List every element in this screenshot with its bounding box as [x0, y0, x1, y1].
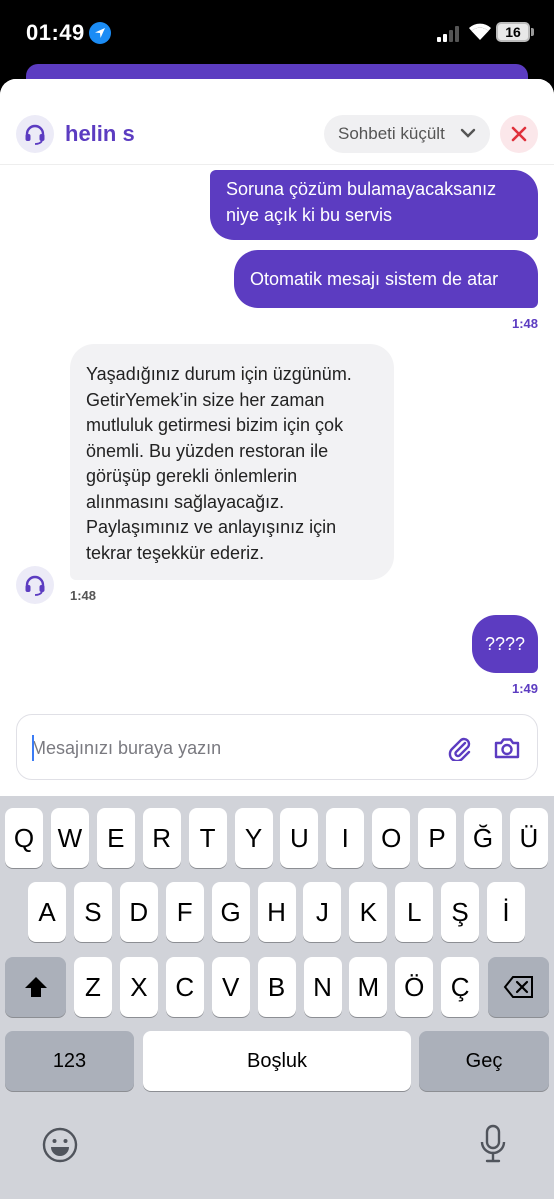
message-line: ????: [484, 634, 526, 654]
cellular-signal-icon: [437, 26, 463, 42]
chevron-down-icon: [460, 128, 476, 138]
key-u[interactable]: U: [280, 808, 319, 868]
key-m[interactable]: M: [349, 957, 388, 1017]
message-line: Soruna çözüm bulamayacaksanız: [226, 179, 497, 199]
wifi-icon: [468, 22, 492, 47]
headset-icon: [25, 124, 45, 145]
paperclip-icon[interactable]: [447, 735, 473, 766]
key-h[interactable]: H: [257, 882, 296, 942]
key-q[interactable]: Q: [5, 808, 43, 868]
message-bubble-incoming: Yaşadığınız durum için üzgünüm. GetirYem…: [70, 344, 394, 580]
key-f[interactable]: F: [165, 882, 204, 942]
text-cursor: [32, 735, 34, 761]
message-line: tekrar teşekkür ederiz.: [86, 542, 265, 563]
message-line: Yaşadığınız durum için üzgünüm.: [86, 364, 352, 384]
location-arrow-icon: [89, 22, 111, 44]
shift-key[interactable]: [5, 957, 66, 1017]
battery-cap: [531, 28, 534, 36]
chat-header: helin s Sohbeti küçült: [0, 79, 554, 165]
message-line: Otomatik mesajı sistem de atar: [250, 269, 499, 289]
key-x[interactable]: X: [119, 957, 158, 1017]
emoji-icon[interactable]: [41, 1126, 79, 1169]
agent-name: helin s: [65, 121, 135, 146]
key-o[interactable]: O: [372, 808, 411, 868]
key-v[interactable]: V: [211, 957, 250, 1017]
keyboard: 123 Boşluk Geç QWERTYUIOPĞÜ ASDFGHJKLŞİ ZX…: [0, 796, 554, 1199]
key-w[interactable]: W: [50, 808, 89, 868]
message-line: GetirYemek’in size her zaman: [86, 389, 325, 410]
minimize-chat-button[interactable]: Sohbeti küçült: [324, 115, 490, 153]
return-key[interactable]: Geç: [419, 1031, 549, 1091]
status-time: 01:49: [26, 20, 85, 45]
shift-arrow-icon: [24, 977, 47, 997]
key-ü[interactable]: Ü: [509, 808, 548, 868]
key-n[interactable]: N: [303, 957, 342, 1017]
message-bubble-outgoing: Soruna çözüm bulamayacaksanız niye açık …: [210, 170, 538, 240]
message-line: Paylaşımınız ve anlayışınız için: [86, 517, 337, 537]
minimize-chat-label: Sohbeti küçült: [338, 124, 445, 143]
backspace-key[interactable]: [488, 957, 549, 1017]
backspace-icon: [503, 976, 533, 998]
message-line: mutluluk getirmesi bizim için çok: [86, 415, 344, 435]
key-a[interactable]: A: [28, 882, 66, 942]
message-bubble-outgoing: ????: [472, 615, 538, 673]
message-bubble-outgoing: Otomatik mesajı sistem de atar: [234, 250, 538, 308]
space-key[interactable]: Boşluk: [143, 1031, 411, 1091]
key-s[interactable]: S: [73, 882, 112, 942]
key-d[interactable]: D: [119, 882, 158, 942]
key-k[interactable]: K: [349, 882, 388, 942]
key-ş[interactable]: Ş: [441, 882, 480, 942]
key-i[interactable]: I: [326, 808, 365, 868]
key-y[interactable]: Y: [234, 808, 273, 868]
chat-panel: helin s Sohbeti küçült Soruna çözüm bula…: [0, 79, 554, 799]
microphone-icon[interactable]: [478, 1124, 508, 1169]
message-line: niye açık ki bu servis: [226, 205, 393, 225]
key-i̇[interactable]: İ: [487, 882, 525, 942]
key-j[interactable]: J: [303, 882, 342, 942]
key-c[interactable]: C: [165, 957, 204, 1017]
key-p[interactable]: P: [418, 808, 457, 868]
key-ç[interactable]: Ç: [441, 957, 480, 1017]
key-z[interactable]: Z: [74, 957, 112, 1017]
close-icon: [511, 126, 527, 142]
key-b[interactable]: B: [257, 957, 296, 1017]
camera-icon[interactable]: [493, 735, 521, 766]
key-t[interactable]: T: [188, 808, 227, 868]
key-ğ[interactable]: Ğ: [464, 808, 502, 868]
message-composer: [16, 714, 538, 780]
message-line: önemli. Bu yüzden restoran ile: [86, 440, 329, 461]
agent-avatar: [16, 566, 54, 604]
numbers-key[interactable]: 123: [5, 1031, 134, 1091]
message-input[interactable]: [31, 731, 431, 765]
message-line: alınmasını sağlayacağız.: [86, 491, 285, 512]
message-timestamp: 1:49: [511, 681, 538, 696]
close-chat-button[interactable]: [500, 115, 538, 153]
key-r[interactable]: R: [142, 808, 181, 868]
message-timestamp: 1:48: [70, 588, 97, 603]
key-ö[interactable]: Ö: [395, 957, 434, 1017]
message-timestamp: 1:48: [511, 316, 538, 331]
key-g[interactable]: G: [211, 882, 250, 942]
battery-icon: 16: [496, 22, 530, 42]
status-bar: 01:49 16: [0, 0, 554, 66]
key-e[interactable]: E: [96, 808, 135, 868]
message-line: görüşüp gerekli önlemlerin: [86, 466, 298, 486]
key-l[interactable]: L: [395, 882, 434, 942]
headset-icon: [25, 575, 45, 596]
agent-avatar: [16, 115, 54, 153]
